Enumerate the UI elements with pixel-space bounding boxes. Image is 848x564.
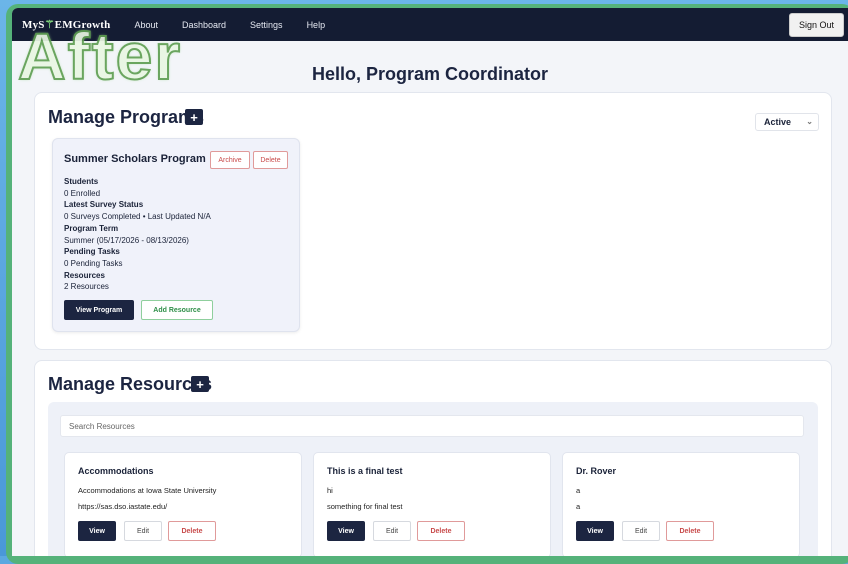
- view-program-button[interactable]: View Program: [64, 300, 134, 320]
- resource-card-line2: https://sas.dso.iastate.edu/: [78, 502, 168, 511]
- nav-link-dashboard[interactable]: Dashboard: [182, 20, 226, 30]
- program-card-details: Students 0 Enrolled Latest Survey Status…: [64, 176, 211, 293]
- survey-status-label: Latest Survey Status: [64, 200, 144, 210]
- delete-resource-button[interactable]: Delete: [666, 521, 714, 541]
- programs-title: Manage Programs: [48, 107, 205, 127]
- resources-value: 2 Resources: [64, 282, 109, 292]
- resource-card-line2: a: [576, 502, 581, 511]
- sign-out-button[interactable]: Sign Out: [788, 13, 844, 37]
- edit-resource-button[interactable]: Edit: [373, 521, 411, 541]
- delete-resource-button[interactable]: Delete: [168, 521, 216, 541]
- program-status-value: Active: [764, 117, 792, 127]
- edit-resource-button[interactable]: Edit: [124, 521, 162, 541]
- brand-logo[interactable]: MyS⚚EMGrowth: [22, 18, 110, 31]
- view-resource-button[interactable]: View: [78, 521, 116, 541]
- resource-card-line1: hi: [327, 486, 333, 495]
- nav-link-settings[interactable]: Settings: [250, 20, 283, 30]
- resource-card-line1: Accommodations at Iowa State University: [78, 486, 217, 495]
- resources-label: Resources: [64, 270, 105, 280]
- students-value: 0 Enrolled: [64, 188, 101, 198]
- add-resource-global-button[interactable]: +: [191, 376, 209, 392]
- resource-card-title: Accommodations: [78, 466, 154, 476]
- archive-program-button[interactable]: Archive: [210, 151, 250, 169]
- view-resource-button[interactable]: View: [327, 521, 365, 541]
- resource-card: Dr. Rover a a View Edit Delete: [562, 452, 800, 556]
- students-label: Students: [64, 177, 99, 186]
- resource-card-line1: a: [576, 486, 581, 495]
- search-resources-input[interactable]: Search Resources: [60, 415, 804, 437]
- resource-card: This is a final test hi something for fi…: [313, 452, 551, 556]
- program-term-value: Summer (05/17/2026 - 08/13/2026): [64, 235, 189, 245]
- pending-tasks-value: 0 Pending Tasks: [64, 258, 123, 268]
- app-window: MyS⚚EMGrowth About Dashboard Settings He…: [12, 8, 848, 556]
- navbar: MyS⚚EMGrowth About Dashboard Settings He…: [12, 8, 848, 41]
- delete-resource-button[interactable]: Delete: [417, 521, 465, 541]
- program-card-title: Summer Scholars Program: [64, 153, 206, 165]
- nav-link-about[interactable]: About: [134, 20, 158, 30]
- delete-program-button[interactable]: Delete: [253, 151, 288, 169]
- resource-card-title: This is a final test: [327, 466, 403, 476]
- nav-link-help[interactable]: Help: [307, 20, 326, 30]
- resource-card-title: Dr. Rover: [576, 466, 617, 476]
- survey-status-value: 0 Surveys Completed • Last Updated N/A: [64, 212, 211, 222]
- view-resource-button[interactable]: View: [576, 521, 614, 541]
- pending-tasks-label: Pending Tasks: [64, 247, 120, 257]
- chevron-down-icon: ⌄: [806, 117, 813, 126]
- search-placeholder: Search Resources: [69, 421, 135, 431]
- resources-title: Manage Resources: [48, 374, 213, 394]
- edit-resource-button[interactable]: Edit: [622, 521, 660, 541]
- add-resource-button[interactable]: Add Resource: [141, 300, 213, 320]
- page-greeting: Hello, Program Coordinator: [311, 64, 549, 84]
- program-card: Summer Scholars Program Archive Delete S…: [52, 138, 300, 332]
- resource-card: Accommodations Accommodations at Iowa St…: [64, 452, 302, 556]
- program-status-select[interactable]: Active ⌄: [755, 113, 819, 131]
- stem-symbol-icon: ⚚: [44, 19, 55, 31]
- resource-card-line2: something for final test: [327, 502, 403, 511]
- add-program-button[interactable]: +: [185, 109, 203, 125]
- program-term-label: Program Term: [64, 223, 119, 233]
